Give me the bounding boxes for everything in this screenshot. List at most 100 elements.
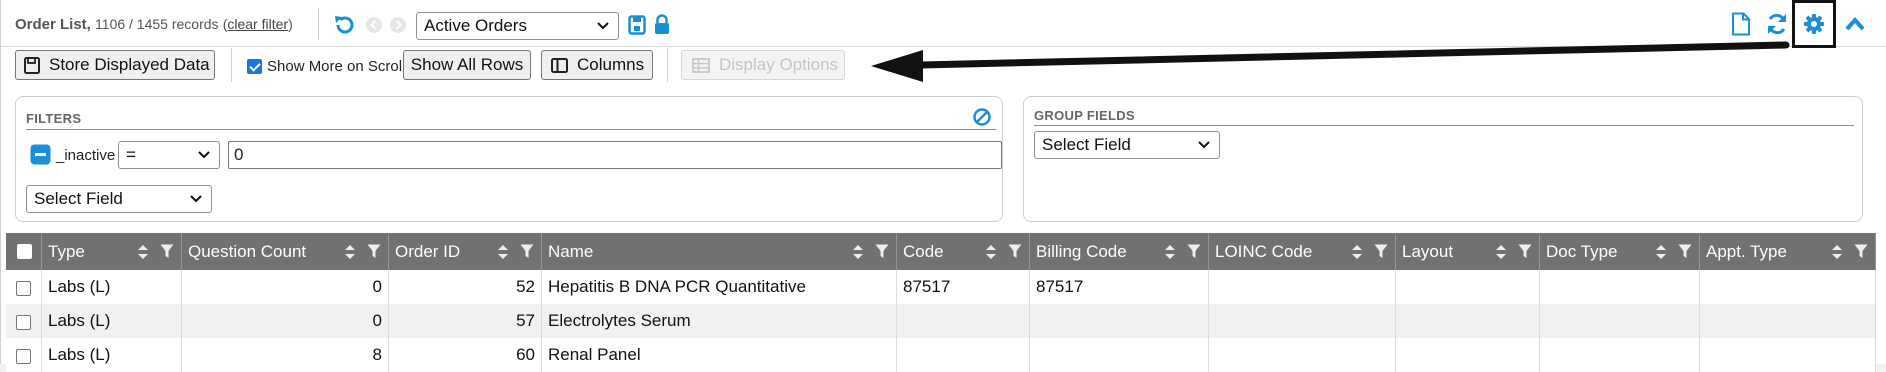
divider xyxy=(667,48,668,82)
column-header-loinc-code[interactable]: LOINC Code xyxy=(1209,233,1396,270)
table-row[interactable]: Labs (L) 0 52 Hepatitis B DNA PCR Quantitat… xyxy=(6,270,1876,304)
chevron-up-icon[interactable] xyxy=(1844,16,1866,32)
sort-icon[interactable] xyxy=(1164,244,1176,260)
show-more-label: Show More on Scroll xyxy=(267,58,406,75)
filter-icon[interactable] xyxy=(1518,244,1532,259)
chevron-down-icon xyxy=(190,195,202,203)
undo-icon[interactable] xyxy=(333,14,355,36)
group-fields-panel: GROUP FIELDS Select Field xyxy=(1023,96,1863,222)
sort-icon[interactable] xyxy=(985,244,997,260)
filter-icon[interactable] xyxy=(1678,244,1692,259)
gear-icon[interactable] xyxy=(1803,13,1825,35)
column-header-label: Layout xyxy=(1402,242,1454,261)
select-all-checkbox[interactable] xyxy=(17,244,32,259)
filter-select-field-value: Select Field xyxy=(34,189,123,208)
save-icon[interactable] xyxy=(628,15,646,35)
sort-icon[interactable] xyxy=(1495,244,1507,260)
table-row[interactable]: Labs (L) 0 57 Electrolytes Serum xyxy=(6,304,1876,338)
cell-order-id: 57 xyxy=(389,304,542,338)
cell-billing-code: 87517 xyxy=(1030,270,1209,304)
sort-icon[interactable] xyxy=(1831,244,1843,260)
filter-operator-value: = xyxy=(126,145,136,164)
cell-order-id: 52 xyxy=(389,270,542,304)
previous-icon[interactable] xyxy=(365,16,383,34)
grid-header: Type Question Count Order ID Name Code Billin… xyxy=(6,233,1876,270)
row-checkbox[interactable] xyxy=(16,315,31,330)
column-header-doc-type[interactable]: Doc Type xyxy=(1540,233,1700,270)
filters-underline xyxy=(26,129,996,130)
cell-code: 87517 xyxy=(897,270,1030,304)
cell-question-count: 8 xyxy=(182,338,389,372)
sort-icon[interactable] xyxy=(497,244,509,260)
divider xyxy=(231,48,232,82)
show-all-rows-button[interactable]: Show All Rows xyxy=(403,50,531,80)
filter-icon[interactable] xyxy=(875,244,889,259)
title-text: Order List, xyxy=(15,16,91,33)
column-header-layout[interactable]: Layout xyxy=(1396,233,1540,270)
show-more-checkbox[interactable] xyxy=(247,59,262,74)
filter-value-input[interactable]: 0 xyxy=(228,141,1002,169)
cell-doc-type xyxy=(1540,304,1700,338)
column-header-order-id[interactable]: Order ID xyxy=(389,233,542,270)
cell-appt-type xyxy=(1700,338,1876,372)
store-label: Store Displayed Data xyxy=(49,55,210,74)
filter-icon[interactable] xyxy=(1374,244,1388,259)
column-header-question-count[interactable]: Question Count xyxy=(182,233,389,270)
row-checkbox[interactable] xyxy=(16,281,31,296)
cell-question-count: 0 xyxy=(182,270,389,304)
column-header-label: Appt. Type xyxy=(1706,242,1787,261)
cell-type: Labs (L) xyxy=(42,338,182,372)
filter-select-field[interactable]: Select Field xyxy=(26,185,212,213)
filter-icon[interactable] xyxy=(1187,244,1201,259)
filters-title: FILTERS xyxy=(26,111,82,126)
column-header-label: Doc Type xyxy=(1546,242,1618,261)
sort-icon[interactable] xyxy=(1351,244,1363,260)
filter-icon[interactable] xyxy=(367,244,381,259)
filter-icon[interactable] xyxy=(1008,244,1022,259)
remove-filter-icon[interactable] xyxy=(30,144,51,165)
next-icon[interactable] xyxy=(389,16,407,34)
chevron-down-icon xyxy=(1198,141,1210,149)
columns-button[interactable]: Columns xyxy=(541,50,653,80)
cell-layout xyxy=(1396,270,1540,304)
filter-icon[interactable] xyxy=(520,244,534,259)
cell-loinc-code xyxy=(1209,270,1396,304)
cell-name: Electrolytes Serum xyxy=(542,304,897,338)
save-icon xyxy=(24,57,40,74)
filter-operator-select[interactable]: = xyxy=(118,141,220,169)
column-header-appt-type[interactable]: Appt. Type xyxy=(1700,233,1876,270)
clear-filters-icon[interactable] xyxy=(972,107,992,127)
column-header-billing-code[interactable]: Billing Code xyxy=(1030,233,1209,270)
columns-icon xyxy=(551,58,568,73)
column-header-label: LOINC Code xyxy=(1215,242,1313,261)
cell-type: Labs (L) xyxy=(42,304,182,338)
group-select-field[interactable]: Select Field xyxy=(1034,131,1220,159)
sort-icon[interactable] xyxy=(1655,244,1667,260)
filter-icon[interactable] xyxy=(1854,244,1868,259)
sort-icon[interactable] xyxy=(344,244,356,260)
cell-doc-type xyxy=(1540,270,1700,304)
sort-icon[interactable] xyxy=(137,244,149,260)
column-header-code[interactable]: Code xyxy=(897,233,1030,270)
saved-view-select[interactable]: Active Orders xyxy=(416,12,619,40)
clear-filter-link[interactable]: clear filter xyxy=(227,16,288,32)
column-header-label: Billing Code xyxy=(1036,242,1127,261)
column-header-type[interactable]: Type xyxy=(42,233,182,270)
table-row[interactable]: Labs (L) 8 60 Renal Panel xyxy=(6,338,1876,372)
display-options-button[interactable]: Display Options xyxy=(681,50,845,80)
cell-code xyxy=(897,304,1030,338)
column-header-name[interactable]: Name xyxy=(542,233,897,270)
lock-icon[interactable] xyxy=(653,14,671,35)
cell-name: Renal Panel xyxy=(542,338,897,372)
select-all-cell xyxy=(6,233,42,270)
page-title: Order List, 1106 / 1455 records (clear f… xyxy=(15,16,293,33)
filter-icon[interactable] xyxy=(160,244,174,259)
row-checkbox[interactable] xyxy=(16,349,31,364)
record-count: 1106 / 1455 records xyxy=(95,16,219,32)
sort-icon[interactable] xyxy=(852,244,864,260)
cell-question-count: 0 xyxy=(182,304,389,338)
cell-appt-type xyxy=(1700,270,1876,304)
cell-loinc-code xyxy=(1209,338,1396,372)
store-displayed-data-button[interactable]: Store Displayed Data xyxy=(15,50,215,80)
group-fields-underline xyxy=(1034,125,1854,126)
